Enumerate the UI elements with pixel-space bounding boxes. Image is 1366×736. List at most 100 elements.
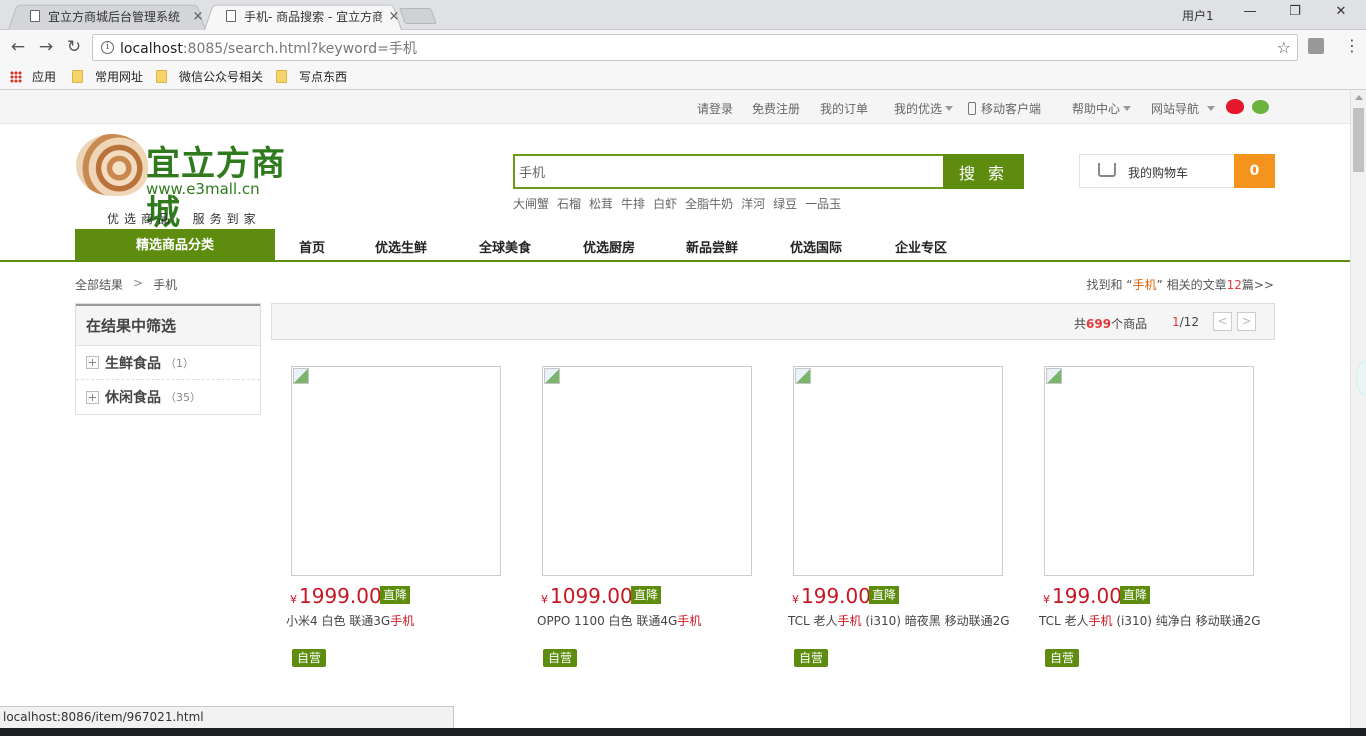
product-name-link[interactable]: OPPO 1100 白色 联通4G手机 [537, 612, 767, 629]
new-tab-button[interactable] [399, 8, 437, 24]
nav-item-new-arrivals[interactable]: 新品尝鲜 [686, 237, 738, 256]
total-count: 699 [1086, 317, 1112, 331]
result-note-middle: ” 相关的文章 [1156, 278, 1227, 292]
nav-item-global-food[interactable]: 全球美食 [479, 237, 531, 256]
menu-dots-icon[interactable]: ⋮ [1344, 38, 1360, 54]
caret-down-icon [1123, 106, 1132, 111]
search-input[interactable] [519, 164, 939, 179]
url-text[interactable]: localhost:8085/search.html?keyword=手机 [120, 38, 417, 58]
bookmark-star-icon[interactable]: ☆ [1277, 38, 1291, 57]
hot-keyword[interactable]: 白虾 [653, 195, 677, 212]
help-center-menu[interactable]: 帮助中心 [1072, 100, 1132, 117]
price-value: 1099.00 [550, 584, 633, 608]
self-operated-badge: 自营 [794, 649, 829, 667]
page-scrollbar[interactable] [1350, 90, 1366, 736]
forward-arrow-icon[interactable]: → [36, 37, 56, 57]
nav-item-home[interactable]: 首页 [299, 237, 325, 256]
close-window-button[interactable]: ✕ [1329, 4, 1353, 24]
hot-keyword[interactable]: 石榴 [557, 195, 581, 212]
all-categories-button[interactable]: 精选商品分类 [75, 229, 275, 262]
hot-keyword[interactable]: 牛排 [621, 195, 645, 212]
tab-title: 宜立方商城后台管理系统 [48, 9, 181, 24]
scrollbar-thumb[interactable] [1353, 108, 1364, 172]
page-total: /12 [1179, 315, 1199, 329]
filter-item-label: 生鲜食品 [105, 355, 161, 372]
hot-keyword[interactable]: 松茸 [589, 195, 613, 212]
plus-icon[interactable] [86, 390, 99, 404]
tab-close-icon[interactable]: × [190, 9, 206, 24]
tab-admin[interactable]: 宜立方商城后台管理系统 × [8, 2, 206, 30]
next-page-button[interactable]: > [1237, 312, 1256, 331]
tab-close-icon[interactable]: × [386, 9, 402, 24]
tab-search[interactable]: 手机- 商品搜索 - 宜立方商城 × [204, 2, 402, 30]
currency-symbol: ¥ [792, 593, 799, 606]
price-drop-badge: 直降 [380, 586, 411, 604]
hot-keyword[interactable]: 全脂牛奶 [685, 195, 733, 212]
bookmark-folder[interactable]: 写点东西 [276, 68, 347, 85]
total-suffix: 个商品 [1111, 317, 1148, 331]
weibo-icon[interactable] [1226, 99, 1244, 114]
apps-grid-icon [10, 70, 22, 83]
profile-name[interactable]: 用户1 [1182, 7, 1214, 24]
currency-symbol: ¥ [290, 593, 297, 606]
product-name-keyword: 手机 [677, 614, 702, 628]
logo-domain-text: www.e3mall.cn [146, 180, 260, 198]
product-image[interactable] [793, 366, 1003, 576]
page-indicator: 1/12 [1172, 315, 1199, 329]
scroll-up-arrow-icon[interactable] [1355, 95, 1363, 100]
hot-keyword[interactable]: 洋河 [741, 195, 765, 212]
info-icon[interactable]: i [101, 41, 114, 54]
nav-item-fresh[interactable]: 优选生鲜 [375, 237, 427, 256]
bookmark-apps[interactable]: 应用 [10, 68, 56, 85]
tab-title: 手机- 商品搜索 - 宜立方商城 [244, 9, 382, 24]
hot-keyword[interactable]: 绿豆 [773, 195, 797, 212]
filter-item-fresh-food[interactable]: 生鲜食品 （1） [76, 346, 260, 380]
broken-image-icon [544, 368, 560, 384]
product-name-link[interactable]: TCL 老人手机 (i310) 暗夜黑 移动联通2G [788, 612, 1018, 629]
my-selection-menu[interactable]: 我的优选 [894, 100, 954, 117]
nautilus-shell-icon [76, 134, 148, 196]
self-operated-badge: 自营 [1045, 649, 1080, 667]
minimize-button[interactable]: — [1238, 4, 1262, 24]
broken-image-icon [1046, 368, 1062, 384]
prev-page-button[interactable]: < [1213, 312, 1232, 331]
nav-item-international[interactable]: 优选国际 [790, 237, 842, 256]
self-operated-badge: 自营 [543, 649, 578, 667]
hot-keyword[interactable]: 大闸蟹 [513, 195, 549, 212]
nav-item-kitchen[interactable]: 优选厨房 [583, 237, 635, 256]
shopping-cart[interactable]: 我的购物车 0 [1079, 154, 1275, 188]
back-arrow-icon[interactable]: ← [8, 37, 28, 57]
nav-item-enterprise[interactable]: 企业专区 [895, 237, 947, 256]
product-name-keyword: 手机 [837, 614, 862, 628]
bookmark-folder[interactable]: 微信公众号相关 [156, 68, 263, 85]
plus-icon[interactable] [86, 356, 99, 369]
document-icon [30, 10, 40, 22]
link-status-bar: localhost:8086/item/967021.html [0, 706, 454, 728]
product-name-part: (i310) 纯净白 移动联通2G [1112, 614, 1261, 628]
product-image[interactable] [291, 366, 501, 576]
extension-icon[interactable] [1308, 38, 1324, 54]
site-logo[interactable]: 宜立方商城 www.e3mall.cn 优选商品 服务到家 [76, 132, 286, 233]
address-bar[interactable]: i localhost:8085/search.html?keyword=手机 … [92, 34, 1298, 61]
product-name-link[interactable]: 小米4 白色 联通3G手机 [286, 612, 516, 629]
my-orders-link[interactable]: 我的订单 [820, 100, 868, 117]
restore-button[interactable]: ❐ [1283, 4, 1307, 24]
register-link[interactable]: 免费注册 [752, 100, 800, 117]
related-articles-link[interactable]: 找到和 “手机” 相关的文章12篇>> [1086, 276, 1274, 293]
os-taskbar [0, 728, 1366, 736]
breadcrumb-root[interactable]: 全部结果 [75, 276, 123, 293]
reload-icon[interactable]: ↻ [64, 37, 84, 57]
page-current: 1 [1172, 315, 1180, 329]
bookmark-folder[interactable]: 常用网址 [72, 68, 143, 85]
wechat-icon[interactable] [1252, 100, 1269, 114]
hot-keyword[interactable]: 一品玉 [805, 195, 841, 212]
site-nav-menu[interactable]: 网站导航 [1151, 100, 1216, 117]
product-image[interactable] [542, 366, 752, 576]
filter-item-snacks[interactable]: 休闲食品 （35） [76, 380, 260, 414]
mobile-client-link[interactable]: 移动客户端 [968, 100, 1041, 117]
product-image[interactable] [1044, 366, 1254, 576]
login-link[interactable]: 请登录 [697, 100, 733, 117]
product-name-part: TCL 老人 [1039, 614, 1089, 628]
product-name-link[interactable]: TCL 老人手机 (i310) 纯净白 移动联通2G [1039, 612, 1269, 629]
search-button[interactable]: 搜 索 [943, 154, 1024, 189]
